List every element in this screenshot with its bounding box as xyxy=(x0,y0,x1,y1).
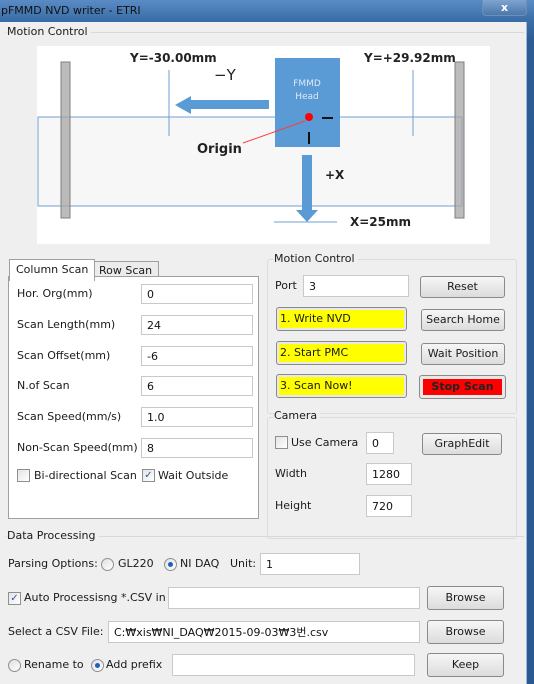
num-scan-input[interactable] xyxy=(141,376,253,396)
stage-area xyxy=(37,116,463,207)
browse-csv-button[interactable]: Browse xyxy=(427,620,504,644)
nidaq-radio[interactable] xyxy=(164,558,177,571)
x-limit-label: X=25mm xyxy=(350,215,411,229)
auto-processing-path-input[interactable] xyxy=(168,587,420,609)
plus-x-label: +X xyxy=(325,168,345,182)
search-home-button[interactable]: Search Home xyxy=(421,309,505,331)
checkmark-icon: ✓ xyxy=(144,470,153,481)
non-scan-speed-input[interactable] xyxy=(141,438,253,458)
radio-selected-icon xyxy=(168,562,173,567)
y-pos-label: Y=+29.92mm xyxy=(363,51,456,65)
scan-length-input[interactable] xyxy=(141,315,253,335)
close-button[interactable]: x xyxy=(482,0,527,16)
height-label: Height xyxy=(275,499,312,512)
add-prefix-label: Add prefix xyxy=(106,658,163,671)
browse-auto-button[interactable]: Browse xyxy=(427,586,504,610)
start-pmc-label: 2. Start PMC xyxy=(279,344,404,362)
checkmark-icon: ✓ xyxy=(10,593,19,604)
radio-selected-icon xyxy=(95,663,100,668)
auto-processing-label: Auto Processisng *.CSV in xyxy=(24,591,166,604)
motion-control-group-title: Motion Control xyxy=(274,252,358,265)
use-camera-checkbox[interactable] xyxy=(275,436,288,449)
rename-label: Rename to xyxy=(24,658,84,671)
scan-offset-input[interactable] xyxy=(141,346,253,366)
add-prefix-radio[interactable] xyxy=(91,659,104,672)
scan-length-label: Scan Length(mm) xyxy=(17,318,116,331)
camera-group-title: Camera xyxy=(274,409,321,422)
rename-radio[interactable] xyxy=(8,659,21,672)
camera-index-input[interactable] xyxy=(366,432,394,454)
scan-offset-label: Scan Offset(mm) xyxy=(17,349,111,362)
csv-file-input[interactable] xyxy=(108,621,420,643)
motion-diagram-svg: Y=-30.00mm Y=+29.92mm −Y FMMD Head Origi… xyxy=(37,51,465,229)
width-input[interactable] xyxy=(366,463,412,485)
window-title: pFMMD NVD writer - ETRI xyxy=(1,4,141,17)
gl220-radio[interactable] xyxy=(101,558,114,571)
motion-section-title: Motion Control xyxy=(7,25,91,38)
keep-button[interactable]: Keep xyxy=(427,653,504,677)
wait-outside-label: Wait Outside xyxy=(158,469,229,482)
num-scan-label: N.of Scan xyxy=(17,379,70,392)
graphedit-button[interactable]: GraphEdit xyxy=(422,433,502,455)
left-rail xyxy=(60,61,71,219)
height-input[interactable] xyxy=(366,495,412,517)
stop-scan-label: Stop Scan xyxy=(423,379,502,395)
app-window: pFMMD NVD writer - ETRI x Motion Control… xyxy=(0,0,534,684)
nidaq-label: NI DAQ xyxy=(180,557,220,570)
right-rail xyxy=(454,61,465,219)
neg-y-arrow xyxy=(175,96,269,114)
bidirectional-label: Bi-directional Scan xyxy=(34,469,137,482)
scan-speed-input[interactable] xyxy=(141,407,253,427)
client-area: Motion Control Y=-30.00mm Y=+29.92mm −Y xyxy=(0,22,527,684)
start-pmc-button[interactable]: 2. Start PMC xyxy=(276,341,407,365)
y-neg-label: Y=-30.00mm xyxy=(129,51,217,65)
port-label: Port xyxy=(275,279,297,292)
stop-scan-button[interactable]: Stop Scan xyxy=(419,375,506,399)
neg-y-arrow-label: −Y xyxy=(214,66,237,84)
port-input[interactable] xyxy=(303,275,409,297)
use-camera-label: Use Camera xyxy=(291,436,359,449)
select-csv-label: Select a CSV File: xyxy=(8,625,104,638)
motion-diagram: Y=-30.00mm Y=+29.92mm −Y FMMD Head Origi… xyxy=(37,46,490,244)
hor-org-label: Hor. Org(mm) xyxy=(17,287,93,300)
width-label: Width xyxy=(275,467,307,480)
bidirectional-checkbox[interactable] xyxy=(17,469,30,482)
origin-label: Origin xyxy=(197,142,242,157)
prefix-input[interactable] xyxy=(172,654,415,676)
parsing-options-label: Parsing Options: xyxy=(8,557,98,570)
non-scan-speed-label: Non-Scan Speed(mm) xyxy=(17,441,138,454)
scan-now-label: 3. Scan Now! xyxy=(279,377,404,395)
fmmd-head xyxy=(275,58,340,147)
write-nvd-button[interactable]: 1. Write NVD xyxy=(276,307,407,331)
unit-label: Unit: xyxy=(230,557,257,570)
reset-button[interactable]: Reset xyxy=(420,276,505,298)
origin-dot xyxy=(305,113,313,121)
head-label-line1: FMMD xyxy=(293,79,321,89)
auto-processing-checkbox[interactable]: ✓ xyxy=(8,592,21,605)
scan-speed-label: Scan Speed(mm/s) xyxy=(17,410,122,423)
unit-input[interactable] xyxy=(260,553,360,575)
wait-position-button[interactable]: Wait Position xyxy=(421,343,505,365)
close-icon: x xyxy=(500,1,509,14)
scan-now-button[interactable]: 3. Scan Now! xyxy=(276,374,407,398)
tab-column-scan[interactable]: Column Scan xyxy=(9,259,96,281)
column-scan-panel xyxy=(8,276,259,519)
hor-org-input[interactable] xyxy=(141,284,253,304)
gl220-label: GL220 xyxy=(118,557,154,570)
wait-outside-checkbox[interactable]: ✓ xyxy=(142,469,155,482)
title-bar[interactable]: pFMMD NVD writer - ETRI x xyxy=(0,0,534,22)
head-label-line2: Head xyxy=(295,92,319,102)
write-nvd-label: 1. Write NVD xyxy=(279,310,404,328)
data-processing-title: Data Processing xyxy=(7,529,99,542)
